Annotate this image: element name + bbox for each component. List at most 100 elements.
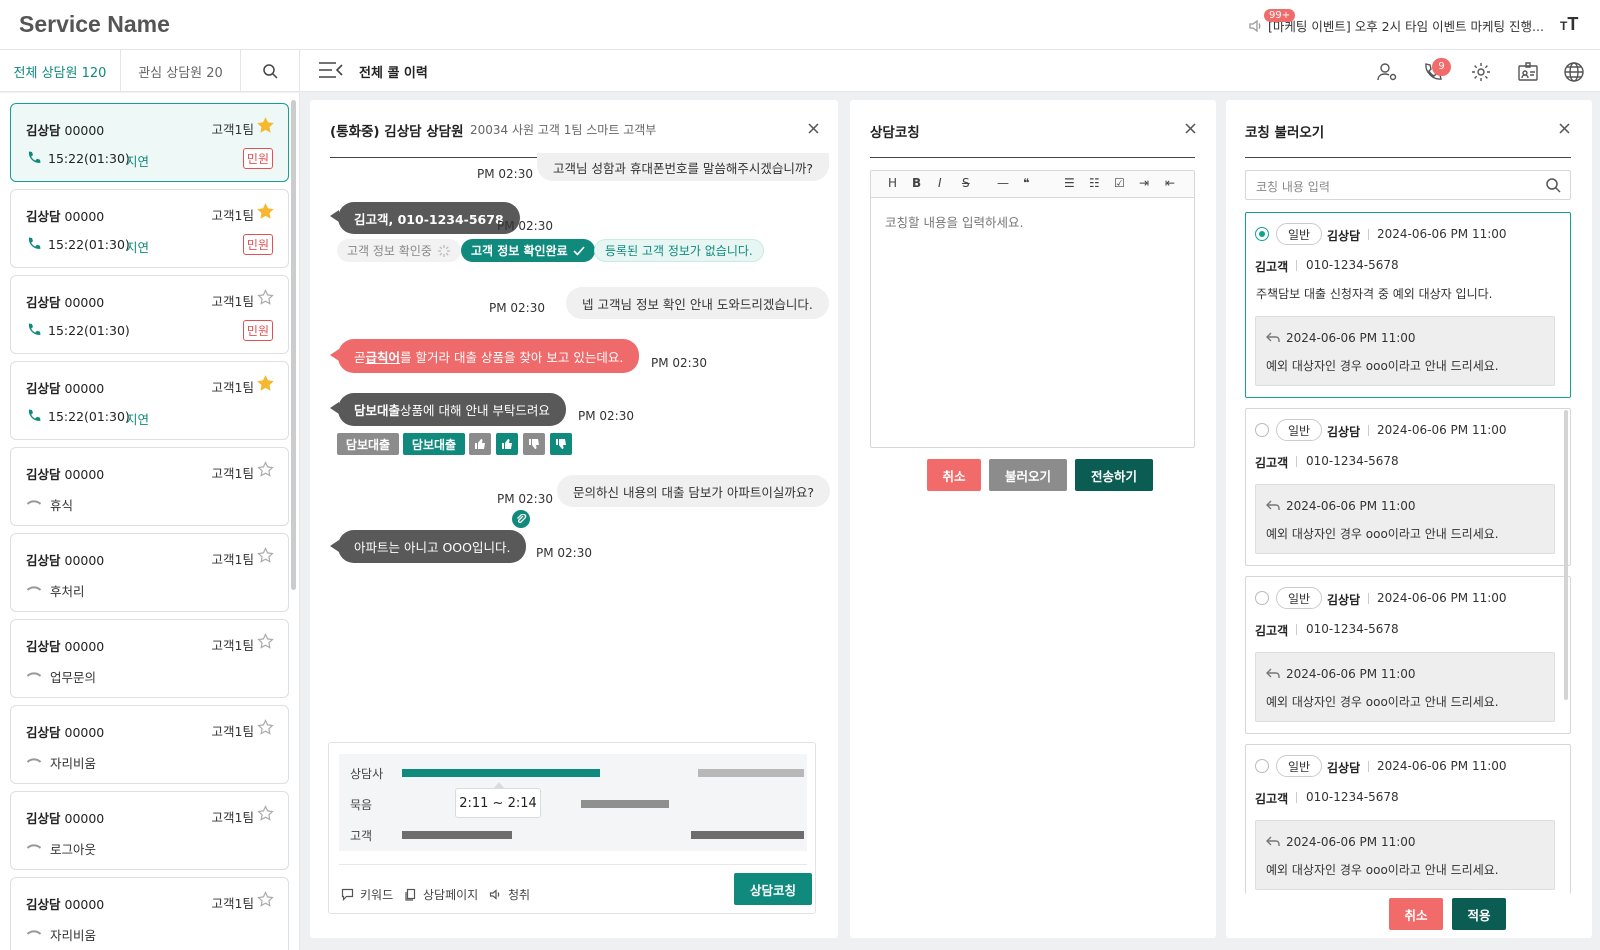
star-icon[interactable] [257, 805, 274, 822]
consult-coaching-button[interactable]: 상담코칭 [734, 873, 812, 905]
select-radio[interactable] [1255, 423, 1269, 437]
thumbs-down-icon[interactable] [523, 433, 545, 455]
agent-list-scrollbar[interactable] [291, 100, 296, 590]
agent-card[interactable]: 김상담 00000 고객1팀 후처리 [10, 533, 289, 612]
agent-speech-bar[interactable] [698, 769, 804, 777]
complaint-badge: 민원 [242, 320, 273, 341]
select-radio[interactable] [1255, 227, 1269, 241]
reply-date: 2024-06-06 PM 11:00 [1286, 331, 1416, 345]
agent-card[interactable]: 김상담 00000 고객1팀 15:22(01:30) 지연 민원 [10, 189, 289, 268]
checklist-icon[interactable]: ☑ [1114, 176, 1125, 190]
bold-icon[interactable]: B [912, 176, 921, 190]
keyword-tag[interactable]: 담보대출 [337, 433, 399, 455]
close-icon[interactable] [1558, 122, 1571, 135]
divider [1368, 593, 1369, 604]
search-icon[interactable] [1545, 177, 1562, 194]
load-button[interactable]: 불러오기 [989, 459, 1067, 491]
agent-track-label: 상담사 [350, 767, 384, 781]
search-placeholder: 코칭 내용 입력 [1256, 180, 1330, 194]
star-icon[interactable] [257, 891, 274, 908]
send-button[interactable]: 전송하기 [1075, 459, 1153, 491]
agent-speech-bar[interactable] [402, 769, 600, 777]
reply-icon [1266, 500, 1280, 510]
tab-all-agents[interactable]: 전체 상담원 120 [0, 50, 121, 92]
tab-watch-agents[interactable]: 관심 상담원 20 [121, 50, 241, 92]
star-icon[interactable] [257, 633, 274, 650]
notice-text: [마케팅 이벤트] 오후 2시 타임 이벤트 마케팅 진행... [1268, 19, 1544, 34]
message-time: PM 02:30 [651, 356, 707, 370]
agent-card[interactable]: 김상담 00000 고객1팀 15:22(01:30) 지연 [10, 361, 289, 440]
load-cancel-button[interactable]: 취소 [1389, 898, 1443, 930]
apply-button[interactable]: 적용 [1452, 898, 1506, 930]
listen-button[interactable]: 청취 [489, 886, 530, 903]
agent-card[interactable]: 김상담 00000 고객1팀 로그아웃 [10, 791, 289, 870]
silence-bar[interactable] [581, 800, 669, 808]
star-icon[interactable] [257, 461, 274, 478]
complaint-badge: 민원 [242, 234, 273, 255]
agent-status: 자리비움 [50, 756, 97, 771]
gear-icon[interactable] [1470, 61, 1492, 83]
agent-card[interactable]: 김상담 00000 고객1팀 15:22(01:30) 민원 [10, 275, 289, 354]
outdent-icon[interactable]: ⇤ [1165, 176, 1175, 190]
agent-card[interactable]: 김상담 00000 고객1팀 업무문의 [10, 619, 289, 698]
menu-collapse-icon[interactable] [318, 60, 344, 80]
star-icon[interactable] [257, 289, 274, 306]
select-radio[interactable] [1255, 759, 1269, 773]
strike-icon[interactable]: S [962, 176, 970, 190]
close-icon[interactable] [807, 122, 820, 135]
cancel-button[interactable]: 취소 [927, 459, 981, 491]
customer-name: 김고객 [1255, 456, 1289, 470]
agent-card[interactable]: 김상담 00000 고객1팀 자리비움 [10, 877, 289, 950]
heading-icon[interactable]: H [888, 176, 897, 190]
italic-icon[interactable]: I [938, 176, 942, 190]
agent-name: 김상담 00000 [26, 811, 105, 826]
customer-phone: 010-1234-5678 [1306, 454, 1399, 468]
complaint-badge: 민원 [242, 148, 273, 169]
keyword-button[interactable]: 키워드 [341, 886, 393, 903]
coaching-card[interactable]: 일반 김상담 2024-06-06 PM 11:00 김고객 010-1234-5678… [1245, 576, 1571, 734]
customer-speech-bar[interactable] [691, 831, 804, 839]
agent-search-button[interactable] [241, 50, 300, 92]
customer-message: 담보대출 상품에 대해 안내 부탁드려요 [338, 393, 566, 426]
thumbs-up-icon[interactable] [496, 433, 518, 455]
coaching-list-scrollbar[interactable] [1564, 410, 1568, 700]
select-radio[interactable] [1255, 591, 1269, 605]
hangup-icon [26, 672, 42, 677]
customer-phone: 010-1234-5678 [1306, 790, 1399, 804]
quote-icon[interactable]: ❝ [1023, 176, 1029, 190]
hr-icon[interactable]: — [997, 176, 1009, 190]
thumbs-up-icon[interactable] [469, 433, 491, 455]
id-card-icon[interactable] [1517, 61, 1539, 83]
customer-name: 김고객 [1255, 260, 1289, 274]
agent-card[interactable]: 김상담 00000 고객1팀 자리비움 [10, 705, 289, 784]
agent-card[interactable]: 김상담 00000 고객1팀 15:22(01:30) 지연 민원 [10, 103, 289, 182]
bullet-list-icon[interactable]: ☰ [1064, 176, 1075, 190]
indent-icon[interactable]: ⇥ [1139, 176, 1149, 190]
keyword-tag[interactable]: 담보대출 [403, 433, 465, 455]
ordered-list-icon[interactable]: ☷ [1089, 176, 1100, 190]
coaching-search-input[interactable]: 코칭 내용 입력 [1245, 170, 1571, 200]
coaching-card[interactable]: 일반 김상담 2024-06-06 PM 11:00 김고객 010-1234-5678… [1245, 744, 1571, 894]
coaching-editor[interactable]: H B I S — ❝ ☰ ☷ ☑ ⇥ ⇤ 코칭할 내용을 입력하세요. [870, 170, 1195, 448]
user-settings-icon[interactable] [1376, 61, 1398, 83]
consult-page-button[interactable]: 상담페이지 [404, 886, 478, 903]
attachment-icon[interactable] [510, 508, 532, 530]
agent-card[interactable]: 김상담 00000 고객1팀 휴식 [10, 447, 289, 526]
close-icon[interactable] [1184, 122, 1197, 135]
star-icon[interactable] [257, 203, 274, 220]
customer-name: 김고객 [1255, 792, 1289, 806]
star-icon[interactable] [257, 375, 274, 392]
thumbs-down-icon[interactable] [550, 433, 572, 455]
forbidden-word: 급칙어 [365, 349, 401, 365]
message-text: 를 할거라 대출 상품을 찾아 보고 있는데요. [400, 349, 624, 365]
customer-speech-bar[interactable] [402, 831, 512, 839]
text-size-icon[interactable]: TT [1560, 14, 1578, 35]
coaching-card[interactable]: 일반 김상담 2024-06-06 PM 11:00 김고객 010-1234-5678… [1245, 212, 1571, 398]
star-icon[interactable] [257, 547, 274, 564]
globe-icon[interactable] [1563, 61, 1585, 83]
star-icon[interactable] [257, 117, 274, 134]
verify-done-chip: 고객 정보 확인완료 [461, 239, 595, 262]
coaching-card[interactable]: 일반 김상담 2024-06-06 PM 11:00 김고객 010-1234-5678… [1245, 408, 1571, 566]
star-icon[interactable] [257, 719, 274, 736]
customer-message: 김고객, 010-1234-5678 [338, 202, 520, 234]
